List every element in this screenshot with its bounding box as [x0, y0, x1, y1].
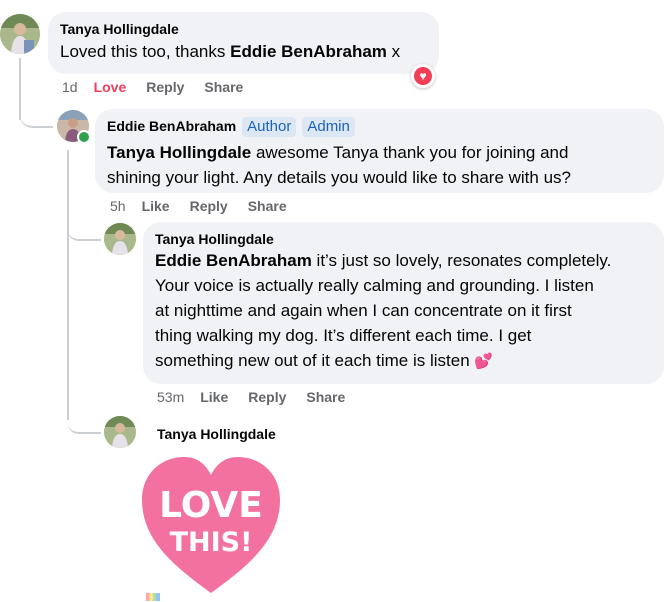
comment-time[interactable]: 53m: [157, 389, 184, 405]
thread-curve-reply-3: [67, 410, 101, 434]
comment-author[interactable]: Eddie BenAbraham: [107, 118, 236, 134]
comment-actions: 53m Like Reply Share: [157, 389, 365, 405]
avatar[interactable]: [104, 223, 136, 255]
comment-text: Loved this too, thanks Eddie BenAbraham …: [60, 42, 401, 61]
comment-text: Tanya Hollingdale awesome Tanya thank yo…: [107, 143, 571, 187]
reply-button[interactable]: Reply: [146, 79, 184, 95]
admin-badge: Admin: [302, 117, 355, 137]
partial-icon: [146, 593, 160, 601]
two-hearts-emoji: 💕: [474, 352, 494, 370]
comment-time[interactable]: 1d: [62, 79, 78, 95]
thread-curve-reply-1: [19, 100, 53, 128]
like-button[interactable]: Like: [142, 198, 170, 214]
avatar[interactable]: [0, 14, 40, 54]
author-badge: Author: [242, 117, 297, 137]
reply-button[interactable]: Reply: [248, 389, 286, 405]
comment-bubble: Tanya Hollingdale Eddie BenAbraham it’s …: [143, 222, 664, 384]
comment-author[interactable]: Tanya Hollingdale: [60, 20, 427, 38]
heart-icon: ♥: [414, 67, 432, 85]
mention-link[interactable]: Eddie BenAbraham: [230, 42, 387, 61]
thread-line-nested: [67, 150, 69, 420]
share-button[interactable]: Share: [306, 389, 345, 405]
comment-author[interactable]: Tanya Hollingdale: [157, 426, 276, 442]
comment-text: Eddie BenAbraham it’s just so lovely, re…: [155, 251, 612, 370]
comment-actions: 5h Like Reply Share: [110, 198, 307, 214]
avatar[interactable]: [104, 416, 136, 448]
share-button[interactable]: Share: [248, 198, 287, 214]
reply-button[interactable]: Reply: [190, 198, 228, 214]
comment-actions: 1d Love Reply Share: [62, 79, 263, 95]
comment-bubble: Tanya Hollingdale Loved this too, thanks…: [48, 12, 439, 74]
online-status-indicator: [77, 130, 91, 144]
share-button[interactable]: Share: [204, 79, 243, 95]
sticker-line-2: THIS!: [170, 527, 253, 558]
mention-link[interactable]: Tanya Hollingdale: [107, 143, 251, 162]
comment-time[interactable]: 5h: [110, 198, 126, 214]
comment-author[interactable]: Tanya Hollingdale: [155, 230, 652, 248]
mention-link[interactable]: Eddie BenAbraham: [155, 251, 312, 270]
comment-author-row: Eddie BenAbraham Author Admin: [107, 117, 652, 137]
love-this-sticker: LOVE THIS!: [140, 455, 282, 597]
like-button[interactable]: Like: [200, 389, 228, 405]
love-button[interactable]: Love: [94, 79, 127, 95]
sticker-line-1: LOVE: [159, 485, 263, 526]
comment-bubble: Eddie BenAbraham Author Admin Tanya Hollin…: [95, 109, 664, 193]
thread-curve-reply-2: [67, 215, 101, 241]
reaction-badge[interactable]: ♥: [411, 64, 435, 88]
